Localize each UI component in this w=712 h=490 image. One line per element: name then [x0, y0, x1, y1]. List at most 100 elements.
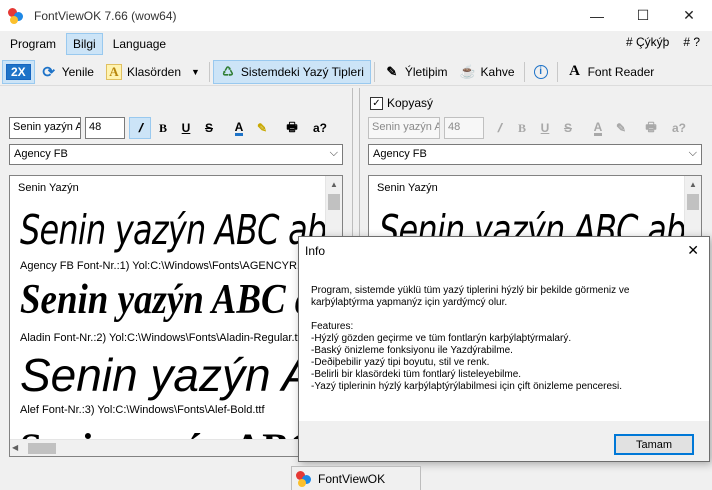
- strikethrough-button-disabled: S: [557, 117, 579, 139]
- dialog-feature-item: -Yazý tiplerinin hýzlý karþýlaþtýrýlabil…: [311, 381, 623, 392]
- minimize-button[interactable]: —: [574, 0, 620, 31]
- italic-button[interactable]: 𝐼: [129, 117, 151, 139]
- taskbar-label: FontViewOK: [318, 471, 386, 486]
- info-icon: i: [533, 64, 548, 79]
- app-icon: [296, 470, 312, 487]
- scroll-up-icon[interactable]: ▲: [326, 176, 342, 193]
- bold-icon: B: [517, 120, 526, 135]
- coffee-label: Kahve: [480, 64, 515, 79]
- dialog-title-bar: Info ✕: [299, 237, 709, 265]
- ok-button[interactable]: Tamam: [614, 434, 694, 455]
- dialog-body: Program, sistemde yüklü tüm yazý tipleri…: [299, 265, 709, 421]
- dialog-intro-line-2: karþýlaþtýrma yapmanýz için yardýmcý olu…: [311, 297, 508, 308]
- system-fonts-button[interactable]: ♺ Sistemdeki Yazý Tipleri: [212, 59, 371, 84]
- menu-program[interactable]: Program: [4, 34, 62, 54]
- font-color-icon: A: [234, 119, 244, 136]
- dialog-features-label: Features:: [311, 321, 354, 332]
- highlighter-icon: ✎: [615, 121, 627, 135]
- menu-help[interactable]: # ?: [683, 35, 700, 49]
- print-button-disabled: 🖶: [640, 117, 662, 139]
- highlight-button[interactable]: ✎: [251, 117, 273, 139]
- underline-icon: U: [181, 121, 191, 135]
- refresh-label: Yenile: [61, 64, 94, 79]
- dialog-feature-item: -Deðiþebilir yazý tipi boyutu, stil ve r…: [311, 357, 490, 368]
- italic-icon: 𝐼: [138, 120, 142, 135]
- italic-icon: 𝐼: [497, 120, 501, 135]
- refresh-icon: ⟳: [42, 63, 55, 81]
- font-select[interactable]: Agency FB ⌵: [9, 144, 343, 165]
- bold-button[interactable]: B: [152, 117, 174, 139]
- underline-button[interactable]: U: [175, 117, 197, 139]
- chevron-down-icon[interactable]: ▼: [191, 67, 200, 77]
- scroll-thumb-right[interactable]: [687, 194, 699, 210]
- bold-button-disabled: B: [511, 117, 533, 139]
- strikethrough-icon: S: [563, 121, 572, 135]
- char-map-button-disabled: a?: [668, 117, 690, 139]
- scroll-left-icon[interactable]: ◀: [12, 443, 18, 452]
- sample-text-input-disabled: Senin yazýn A: [368, 117, 440, 139]
- maximize-button[interactable]: ☐: [620, 0, 666, 31]
- horizontal-scrollbar[interactable]: ◀: [10, 439, 342, 456]
- system-fonts-icon: ♺: [222, 63, 234, 79]
- copy-label: Kopyasý: [387, 96, 434, 110]
- info-button[interactable]: i: [528, 60, 554, 84]
- dialog-close-button[interactable]: ✕: [687, 242, 699, 259]
- char-map-icon: a?: [312, 121, 327, 135]
- dialog-title: Info: [305, 244, 326, 258]
- font-size-input-disabled: 48: [444, 117, 484, 139]
- coffee-icon: ☕: [459, 63, 476, 79]
- zoom-2x-button[interactable]: 2X: [2, 59, 35, 84]
- scroll-up-icon[interactable]: ▲: [685, 176, 701, 193]
- font-folder-icon: A: [105, 63, 122, 80]
- font-size-input[interactable]: 48: [85, 117, 125, 139]
- folders-label: Klasörden: [126, 64, 181, 79]
- font-color-button-disabled: A: [587, 117, 609, 139]
- contact-button[interactable]: ✎ Ýletiþim: [378, 60, 454, 84]
- underline-icon: U: [540, 121, 550, 135]
- taskbar-tab[interactable]: FontViewOK: [291, 466, 421, 490]
- zoom-label: 2X: [6, 63, 31, 80]
- font-select-value-right: Agency FB: [373, 148, 427, 160]
- strikethrough-button[interactable]: S: [198, 117, 220, 139]
- font-caption-aladin: Aladin Font-Nr.:2) Yol:C:\Windows\Fonts\…: [20, 332, 304, 344]
- pencil-icon: ✎: [386, 63, 398, 79]
- toolbar-separator: [556, 61, 558, 82]
- menu-language[interactable]: Language: [107, 34, 172, 54]
- info-dialog: Info ✕ Program, sistemde yüklü tüm yazý …: [298, 236, 710, 462]
- toolbar-separator: [373, 61, 375, 82]
- sample-text-input[interactable]: Senin yazýn A: [9, 117, 81, 139]
- copy-toggle[interactable]: ✓ Kopyasý: [370, 96, 433, 110]
- font-sample-aladin: Senin yazýn ABC abc: [20, 277, 343, 323]
- print-button[interactable]: 🖶: [281, 117, 303, 139]
- coffee-button[interactable]: ☕ Kahve: [454, 60, 521, 84]
- close-button[interactable]: ✕: [666, 0, 712, 31]
- dialog-feature-item: -Hýzlý gözden geçirme ve tüm fontlarýn k…: [311, 333, 572, 344]
- font-color-button[interactable]: A: [228, 117, 250, 139]
- font-color-icon: A: [593, 119, 603, 136]
- system-fonts-label: Sistemdeki Yazý Tipleri: [240, 64, 364, 79]
- hscroll-thumb[interactable]: [28, 443, 56, 454]
- char-map-button[interactable]: a?: [309, 117, 331, 139]
- printer-icon: 🖶: [645, 119, 657, 134]
- menu-exit[interactable]: # Çýkýþ: [626, 35, 669, 49]
- toolbar-separator: [523, 61, 525, 82]
- font-caption-agency: Agency FB Font-Nr.:1) Yol:C:\Windows\Fon…: [20, 260, 321, 272]
- format-row-disabled: Senin yazýn A 48 𝐼 B U S A ✎ 🖶 a?: [368, 117, 690, 139]
- app-icon: [8, 7, 24, 24]
- font-select-value: Agency FB: [14, 148, 68, 160]
- dialog-feature-item: -Baský önizleme fonksiyonu ile Yazdýrabi…: [311, 345, 513, 356]
- dialog-feature-item: -Belirli bir klasördeki tüm fontlarý lis…: [311, 369, 522, 380]
- title-bar: FontViewOK 7.66 (wow64) — ☐ ✕: [0, 0, 712, 31]
- font-select-right[interactable]: Agency FB ⌵: [368, 144, 702, 165]
- window-title: FontViewOK 7.66 (wow64): [34, 8, 177, 23]
- copy-checkbox[interactable]: ✓: [370, 96, 383, 110]
- folders-button[interactable]: A Klasörden ▼: [100, 60, 206, 84]
- font-reader-button[interactable]: A Font Reader: [561, 60, 661, 84]
- font-sample-alef: Senin yazýn ABC: [20, 349, 343, 401]
- refresh-button[interactable]: ⟳ Yenile: [35, 60, 100, 84]
- scroll-thumb[interactable]: [328, 194, 340, 210]
- dialog-intro-line-1: Program, sistemde yüklü tüm yazý tipleri…: [311, 285, 630, 296]
- menu-bilgi[interactable]: Bilgi: [66, 33, 103, 55]
- font-caption-alef: Alef Font-Nr.:3) Yol:C:\Windows\Fonts\Al…: [20, 404, 265, 416]
- font-preview-list[interactable]: Senin Yazýn Senin yazýn ABC abc Agency F…: [9, 175, 343, 457]
